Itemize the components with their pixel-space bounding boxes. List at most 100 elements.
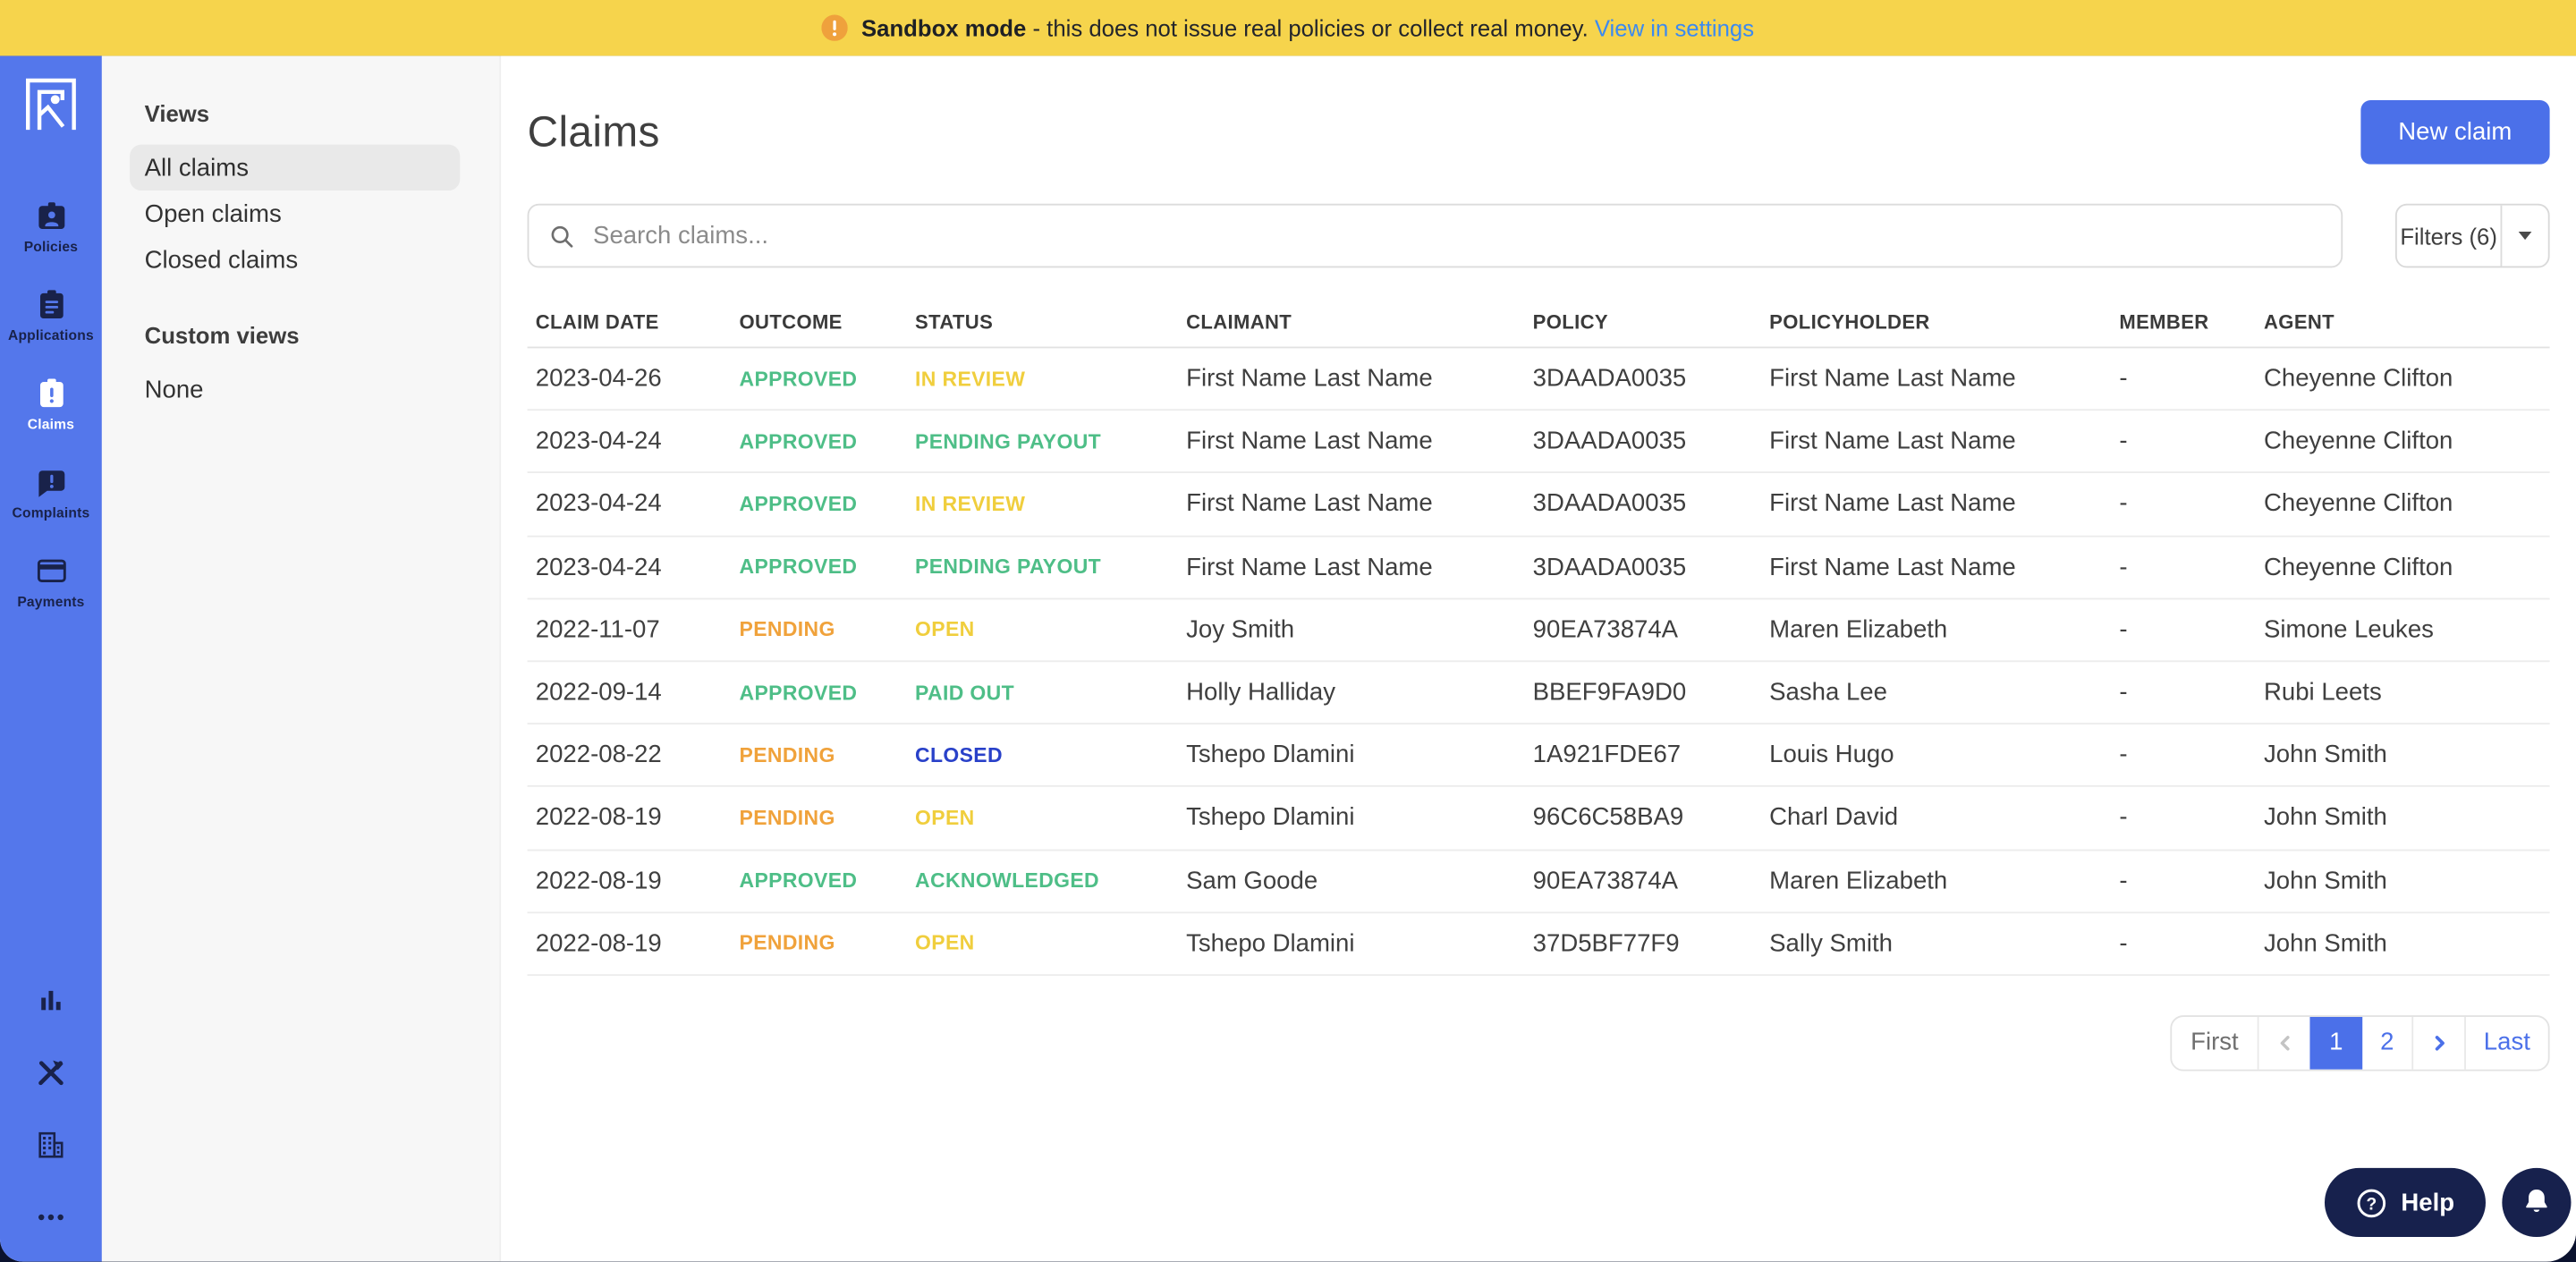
view-item-open-claims[interactable]: Open claims [130,191,460,236]
cell-agent: John Smith [2264,741,2387,769]
cell-policy: BBEF9FA9D0 [1532,678,1687,707]
table-row[interactable]: 2022-08-22 PENDING CLOSED Tshepo Dlamini… [527,724,2550,788]
chevron-right-icon [2434,1035,2444,1051]
filters-label[interactable]: Filters (6) [2397,206,2501,267]
views-panel: Views All claims Open claims Closed clai… [101,55,502,1262]
new-claim-button[interactable]: New claim [2360,99,2550,164]
table-row[interactable]: 2022-08-19 APPROVED ACKNOWLEDGED Sam Goo… [527,851,2550,913]
cell-policyholder: First Name Last Name [1769,428,2016,456]
svg-text:?: ? [2367,1194,2377,1213]
cell-claimant: Joy Smith [1186,615,1295,644]
table-row[interactable]: 2023-04-26 APPROVED IN REVIEW First Name… [527,348,2550,411]
help-button[interactable]: ? Help [2325,1167,2486,1238]
cell-outcome: APPROVED [739,555,858,579]
cell-claimant: First Name Last Name [1186,428,1433,456]
table-row[interactable]: 2022-09-14 APPROVED PAID OUT Holly Halli… [527,662,2550,725]
cell-policy: 90EA73874A [1532,615,1679,644]
search-icon [551,224,573,247]
cell-status: OPEN [915,806,975,830]
filters-button: Filters (6) [2394,203,2550,268]
pagination-last-button[interactable]: Last [2464,1016,2548,1070]
cell-agent: Cheyenne Clifton [2264,428,2453,456]
cell-claimant: First Name Last Name [1186,490,1433,519]
sidebar-item-label: Payments [17,593,85,610]
cell-claim-date: 2022-08-19 [535,929,662,958]
cell-claim-date: 2022-09-14 [535,678,662,707]
column-header-member: MEMBER [2119,310,2209,334]
cell-policyholder: Maren Elizabeth [1769,867,1948,895]
sidebar-item-complaints[interactable]: Complaints [0,465,102,554]
policies-icon [38,202,64,229]
cell-agent: Cheyenne Clifton [2264,490,2453,519]
sidebar-item-claims[interactable]: Claims [0,377,102,465]
sandbox-banner-text: Sandbox mode - this does not issue real … [861,15,1754,41]
pagination-first-button[interactable]: First [2172,1016,2259,1070]
cell-member: - [2119,678,2128,707]
pagination-page-1[interactable]: 1 [2309,1016,2363,1070]
sidebar-item-payments[interactable]: Payments [0,554,102,642]
sidebar-item-label: Applications [7,326,94,343]
custom-views-heading: Custom views [144,322,300,349]
cell-claim-date: 2022-08-22 [535,741,662,769]
cell-outcome: PENDING [739,618,835,641]
cell-agent: John Smith [2264,929,2387,958]
table-row[interactable]: 2023-04-24 APPROVED PENDING PAYOUT First… [527,411,2550,474]
cell-policyholder: Sally Smith [1769,929,1893,958]
notifications-button[interactable] [2502,1167,2572,1238]
cell-agent: John Smith [2264,803,2387,833]
table-row[interactable]: 2022-11-07 PENDING OPEN Joy Smith 90EA73… [527,599,2550,663]
more-icon[interactable] [35,1201,68,1234]
cell-claimant: Sam Goode [1186,867,1318,895]
table-row[interactable]: 2023-04-24 APPROVED IN REVIEW First Name… [527,474,2550,537]
views-list: All claims Open claims Closed claims [130,144,461,283]
pagination-next-button[interactable] [2411,1016,2464,1070]
view-item-all-claims[interactable]: All claims [130,144,461,191]
cell-claimant: Holly Halliday [1186,678,1336,707]
sidebar-item-applications[interactable]: Applications [0,287,102,376]
nav-rail-items: Policies Applications Claims Complaints … [0,199,102,642]
cell-claimant: First Name Last Name [1186,364,1433,394]
cell-claim-date: 2023-04-26 [535,364,662,394]
cell-member: - [2119,553,2128,581]
view-item-closed-claims[interactable]: Closed claims [130,236,460,282]
claims-icon [39,378,63,408]
cell-outcome: APPROVED [739,681,858,705]
table-row[interactable]: 2022-08-19 PENDING OPEN Tshepo Dlamini 3… [527,913,2550,976]
cell-status: ACKNOWLEDGED [915,868,1100,893]
view-in-settings-link[interactable]: View in settings [1595,15,1754,41]
pagination-row: First 1 2 Last [528,1014,2550,1071]
cell-claim-date: 2023-04-24 [535,428,662,456]
cell-policy: 3DAADA0035 [1532,364,1687,394]
column-header-status: STATUS [915,310,994,334]
column-header-outcome: OUTCOME [739,310,843,334]
app-shell: Policies Applications Claims Complaints … [0,55,2576,1262]
table-row[interactable]: 2023-04-24 APPROVED PENDING PAYOUT First… [527,537,2550,599]
cell-status: PENDING PAYOUT [915,429,1102,453]
cell-member: - [2119,428,2128,456]
claims-table: CLAIM DATE OUTCOME STATUS CLAIMANT POLIC… [527,297,2550,976]
cell-policyholder: First Name Last Name [1769,364,2016,394]
column-header-agent: AGENT [2264,310,2335,334]
search-input[interactable] [589,220,2322,252]
cell-policy: 3DAADA0035 [1532,490,1687,519]
cell-member: - [2119,929,2128,958]
pagination-page-2[interactable]: 2 [2362,1017,2411,1070]
cell-status: PENDING PAYOUT [915,555,1102,579]
building-icon[interactable] [35,1129,68,1162]
cell-policyholder: Charl David [1769,803,1899,833]
chevron-down-icon [2518,231,2532,241]
bar-chart-icon[interactable] [35,984,68,1017]
cell-outcome: PENDING [739,931,835,955]
cell-claim-date: 2023-04-24 [535,553,662,581]
table-row[interactable]: 2022-08-19 PENDING OPEN Tshepo Dlamini 9… [527,787,2550,851]
toolbar: Filters (6) [527,203,2550,268]
sidebar-item-policies[interactable]: Policies [0,199,102,287]
root-logo[interactable] [25,77,78,132]
column-header-policy: POLICY [1532,310,1608,334]
tools-icon[interactable] [35,1056,68,1089]
cell-outcome: PENDING [739,806,835,830]
warning-icon [821,14,849,41]
pagination-prev-button[interactable] [2259,1017,2310,1070]
question-circle-icon: ? [2358,1188,2387,1217]
filters-dropdown-toggle[interactable] [2500,205,2548,267]
